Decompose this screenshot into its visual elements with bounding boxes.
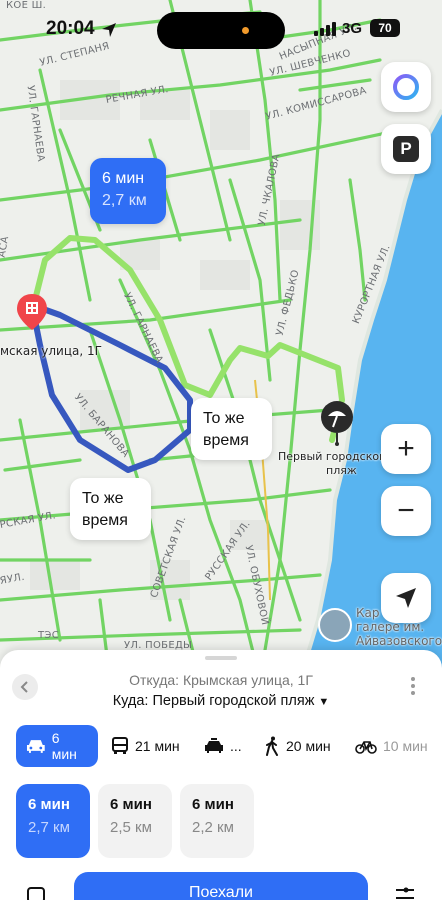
plus-icon: + — [397, 432, 415, 465]
bubble-line: То же — [82, 490, 124, 507]
mode-bike[interactable]: 10 мин — [355, 725, 428, 767]
battery-icon: 70 — [370, 19, 400, 37]
route-variant-card[interactable]: 6 мин 2,2 км — [180, 784, 254, 858]
bubble-time: 6 мин — [102, 170, 145, 187]
mode-walk[interactable]: 20 мин — [264, 725, 331, 767]
sheet-actions: Поехали — [0, 872, 442, 900]
origin-pin-icon[interactable] — [17, 294, 47, 334]
map-canvas — [0, 0, 442, 680]
settings-sliders-icon[interactable] — [394, 886, 416, 900]
bubble-line: То же — [203, 410, 245, 427]
my-location-button[interactable] — [381, 573, 431, 623]
variant-time: 6 мин — [110, 796, 152, 813]
zoom-out-button[interactable]: − — [381, 486, 431, 536]
signal-icon — [314, 22, 336, 36]
bubble-line: время — [203, 432, 249, 449]
poi-label: Айвазовского — [356, 634, 442, 648]
car-icon — [26, 740, 45, 753]
mode-car[interactable]: 6 мин — [16, 725, 98, 767]
status-bar: 20:04 3G 70 — [0, 0, 442, 60]
route-variants: 6 мин 2,7 км 6 мин 2,5 км 6 мин 2,2 км — [0, 784, 442, 858]
parking-button[interactable]: P — [381, 124, 431, 174]
variant-time: 6 мин — [28, 796, 70, 813]
minus-icon: − — [397, 494, 415, 527]
destination-label: Первый городской — [278, 450, 387, 463]
parking-icon: P — [393, 136, 419, 162]
dropdown-arrow-icon: ▼ — [318, 696, 330, 708]
beach-pin-icon[interactable] — [320, 400, 354, 446]
origin-label: мская улица, 1Г — [0, 344, 102, 358]
route-variant-card[interactable]: 6 мин 2,7 км — [16, 784, 90, 858]
variant-time: 6 мин — [192, 796, 234, 813]
zoom-in-button[interactable]: + — [381, 424, 431, 474]
status-time: 20:04 — [46, 18, 95, 39]
route-from[interactable]: Откуда: Крымская улица, 1Г — [0, 672, 442, 688]
location-arrow-icon — [396, 588, 416, 608]
go-button[interactable]: Поехали — [74, 872, 368, 900]
bookmark-icon[interactable] — [26, 886, 48, 900]
selected-route-bubble[interactable]: 6 мин 2,7 км — [90, 158, 166, 224]
route-variant-card[interactable]: 6 мин 2,5 км — [98, 784, 172, 858]
poi-label: Кар — [356, 606, 380, 620]
sheet-grabber[interactable] — [205, 656, 237, 660]
bike-icon — [355, 741, 377, 754]
bus-icon — [112, 737, 128, 754]
more-icon[interactable] — [404, 674, 422, 698]
dynamic-island — [157, 12, 285, 49]
alice-icon — [393, 74, 419, 100]
poi-photo-icon[interactable] — [318, 608, 352, 642]
network-type: 3G — [342, 20, 363, 37]
street-label: ТЭС — [38, 630, 59, 641]
route-to[interactable]: Куда: Первый городской пляж ▼ — [0, 693, 442, 709]
alt-route-bubble[interactable]: То же время — [70, 478, 151, 540]
bubble-line: время — [82, 512, 128, 529]
destination-label: пляж — [326, 464, 357, 477]
mode-label: 21 мин — [135, 738, 180, 754]
variant-distance: 2,2 км — [192, 819, 234, 836]
location-services-icon — [102, 23, 116, 37]
mode-label: 20 мин — [286, 738, 331, 754]
variant-distance: 2,5 км — [110, 819, 152, 836]
taxi-icon — [205, 738, 223, 753]
route-to-label: Куда: Первый городской пляж — [112, 693, 315, 709]
mode-label: ... — [230, 738, 242, 754]
variant-distance: 2,7 км — [28, 819, 70, 836]
map[interactable]: КОЕ Ш. УЛ. СТЕПАНЯ УЛ. ГАРНАЕВА РЕЧНАЯ У… — [0, 0, 442, 680]
mode-label: 10 мин — [383, 738, 428, 754]
mode-taxi[interactable]: ... — [204, 725, 242, 767]
alice-assistant-button[interactable] — [381, 62, 431, 112]
alt-route-bubble[interactable]: То же время — [191, 398, 272, 460]
route-sheet: Откуда: Крымская улица, 1Г Куда: Первый … — [0, 650, 442, 900]
walk-icon — [266, 736, 278, 756]
transport-modes: 6 мин 21 мин ... 20 мин 10 мин — [0, 725, 442, 767]
bubble-distance: 2,7 км — [102, 192, 147, 209]
mode-label: 6 мин — [51, 730, 77, 762]
mode-bus[interactable]: 21 мин — [111, 725, 180, 767]
